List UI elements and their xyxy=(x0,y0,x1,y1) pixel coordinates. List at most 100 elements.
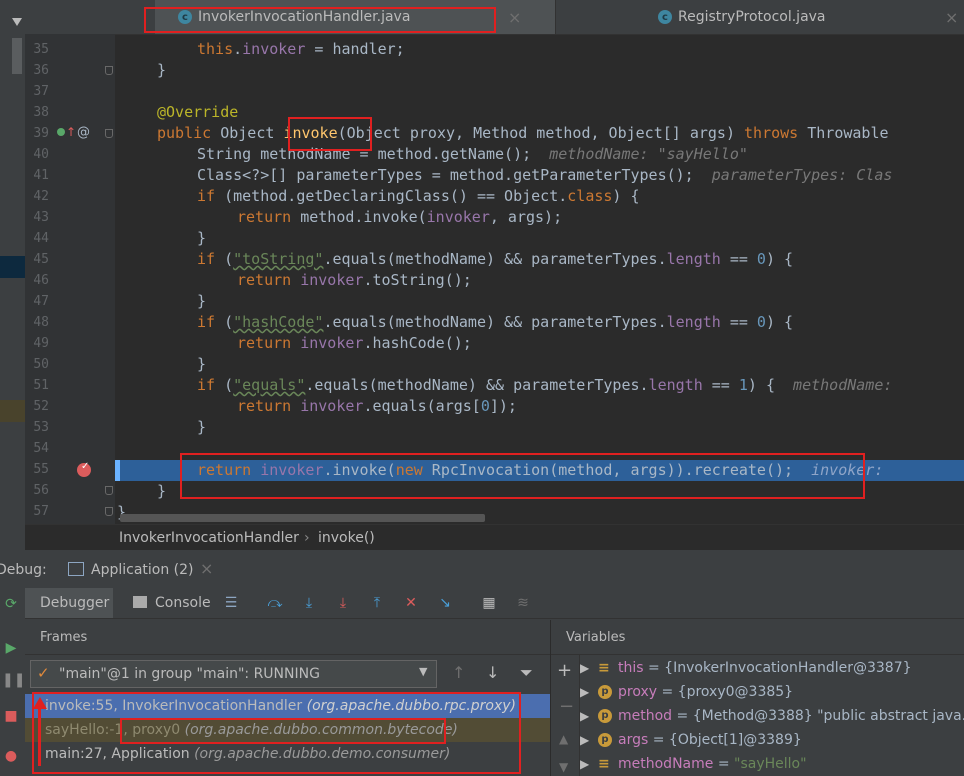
annotation-box-return xyxy=(180,453,865,499)
thread-selector[interactable]: ✓ "main"@1 in group "main": RUNNING ▼ xyxy=(30,660,437,688)
application-config-icon xyxy=(68,562,84,576)
trace-icon[interactable]: ≋ xyxy=(514,594,532,612)
variable-name: this xyxy=(618,660,644,676)
field-list-icon: ≡ xyxy=(598,660,610,676)
pause-icon[interactable]: ❚❚ xyxy=(2,672,25,690)
variable-value: = {Method@3388} "public abstract java.la xyxy=(672,708,964,724)
move-up-icon[interactable]: ▲ xyxy=(559,732,568,746)
line-number: 57 xyxy=(33,504,49,519)
close-icon[interactable]: × xyxy=(200,559,213,578)
fold-marker-icon[interactable] xyxy=(105,129,113,138)
stop-icon[interactable]: ■ xyxy=(2,708,20,726)
horizontal-scrollbar[interactable] xyxy=(120,514,485,522)
remove-watch-icon[interactable]: − xyxy=(559,696,574,717)
step-out-icon[interactable]: ⤒ xyxy=(368,594,386,612)
tool-strip-selection xyxy=(0,256,25,278)
tool-strip-highlight xyxy=(0,400,25,422)
variable-row[interactable]: ▶ p proxy = {proxy0@3385} xyxy=(580,680,793,704)
variable-name: methodName xyxy=(618,756,714,772)
arrow-down-icon[interactable]: ↓ xyxy=(486,663,499,682)
drop-frame-icon[interactable]: ✕ xyxy=(402,594,420,612)
line-number: 37 xyxy=(33,84,49,99)
line-number: 42 xyxy=(33,189,49,204)
fold-marker-icon[interactable] xyxy=(105,507,113,516)
project-tool-strip xyxy=(0,0,25,550)
implements-icon[interactable] xyxy=(57,128,65,136)
chevron-down-icon: ▼ xyxy=(419,665,428,678)
code-line-36: } xyxy=(157,61,167,79)
breadcrumb-method[interactable]: invoke() xyxy=(318,530,375,546)
rerun-icon[interactable]: ⟳ xyxy=(2,596,20,614)
filter-icon[interactable]: ⏷ xyxy=(520,663,533,683)
expand-arrow-icon[interactable]: ▶ xyxy=(580,752,594,776)
code-line-46: return invoker.toString(); xyxy=(237,271,472,289)
arrow-up-icon[interactable]: ↑ xyxy=(452,663,465,682)
variable-value: = xyxy=(713,756,735,772)
tab-debugger[interactable]: Debugger xyxy=(25,588,113,618)
annotation-arrow-shaft xyxy=(38,706,41,766)
frames-title: Frames xyxy=(40,630,88,645)
close-icon[interactable]: × xyxy=(945,8,958,27)
line-number: 38 xyxy=(33,105,49,120)
fold-marker-icon[interactable] xyxy=(105,486,113,495)
view-breakpoints-icon[interactable]: ● xyxy=(2,748,20,766)
variable-name: proxy xyxy=(618,684,658,700)
variable-string-value: "sayHello" xyxy=(734,756,807,772)
line-number: 48 xyxy=(33,315,49,330)
annotation-box-invoke xyxy=(288,117,372,151)
code-line-38: @Override xyxy=(157,103,239,121)
expand-arrow-icon[interactable]: ▶ xyxy=(580,704,594,728)
line-number: 44 xyxy=(33,231,49,246)
execution-marker xyxy=(115,460,120,481)
variable-row[interactable]: ▶ ≡ methodName = "sayHello" xyxy=(580,752,807,776)
code-line-42: if (method.getDeclaringClass() == Object… xyxy=(197,187,640,205)
code-line-40: String methodName = method.getName(); me… xyxy=(197,145,748,163)
breadcrumb-class[interactable]: InvokerInvocationHandler xyxy=(119,530,299,546)
expand-arrow-icon[interactable]: ▶ xyxy=(580,728,594,752)
tool-strip-scrollbar[interactable] xyxy=(12,38,22,74)
tab-label: RegistryProtocol.java xyxy=(678,9,826,25)
editor-gutter: 35 36 37 38 39 40 41 42 43 44 45 46 47 48 49 50 51 52 53 54… xyxy=(25,34,115,524)
variable-value: = {proxy0@3385} xyxy=(657,684,794,700)
variable-value: = {Object[1]@3389} xyxy=(648,732,802,748)
code-line-52: return invoker.equals(args[0]); xyxy=(237,397,517,415)
line-number: 49 xyxy=(33,336,49,351)
evaluate-expression-icon[interactable]: ▦ xyxy=(480,594,498,612)
line-number: 45 xyxy=(33,252,49,267)
code-line-47: } xyxy=(197,292,207,310)
code-line-45: if ("toString".equals(methodName) && par… xyxy=(197,250,794,268)
variable-name: method xyxy=(618,708,673,724)
debug-label: Debug: xyxy=(0,562,47,578)
layout-menu-icon[interactable]: ☰ xyxy=(222,594,240,612)
step-over-icon[interactable]: ⤼ xyxy=(266,594,284,612)
line-number: 53 xyxy=(33,420,49,435)
fold-marker-icon[interactable] xyxy=(105,66,113,75)
collapse-triangle-icon[interactable] xyxy=(12,18,22,26)
code-line-35: this.invoker = handler; xyxy=(197,40,405,58)
code-line-53: } xyxy=(197,418,207,436)
close-icon[interactable]: × xyxy=(508,8,521,27)
parameter-icon: p xyxy=(598,733,612,747)
line-number: 40 xyxy=(33,147,49,162)
add-watch-icon[interactable]: + xyxy=(557,660,572,681)
variable-row[interactable]: ▶ p args = {Object[1]@3389} xyxy=(580,728,802,752)
force-step-into-icon[interactable]: ⤓ xyxy=(334,594,352,612)
code-line-43: return method.invoke(invoker, args); xyxy=(237,208,563,226)
expand-arrow-icon[interactable]: ▶ xyxy=(580,656,594,680)
code-editor[interactable]: this.invoker = handler; } @Override publ… xyxy=(115,34,964,524)
variable-row[interactable]: ▶ p method = {Method@3388} "public abstrac… xyxy=(580,704,964,728)
override-arrow-icon[interactable]: ↑ xyxy=(66,125,76,139)
resume-icon[interactable]: ▶ xyxy=(2,640,20,658)
code-line-41: Class<?>[] parameterTypes = method.getPa… xyxy=(197,166,893,184)
step-into-icon[interactable]: ⤓ xyxy=(300,594,318,612)
breadcrumb-separator: › xyxy=(304,530,310,546)
run-config-label[interactable]: Application (2) xyxy=(91,562,194,578)
tab-console[interactable]: Console xyxy=(155,595,211,611)
tab-registry-protocol[interactable]: c RegistryProtocol.java × xyxy=(655,0,964,34)
run-to-cursor-icon[interactable]: ↘ xyxy=(436,594,454,612)
variable-row[interactable]: ▶ ≡ this = {InvokerInvocationHandler@3387} xyxy=(580,656,912,680)
move-down-icon[interactable]: ▼ xyxy=(559,760,568,774)
annotation-box-proxy xyxy=(120,718,446,744)
expand-arrow-icon[interactable]: ▶ xyxy=(580,680,594,704)
line-number: 54 xyxy=(33,441,49,456)
